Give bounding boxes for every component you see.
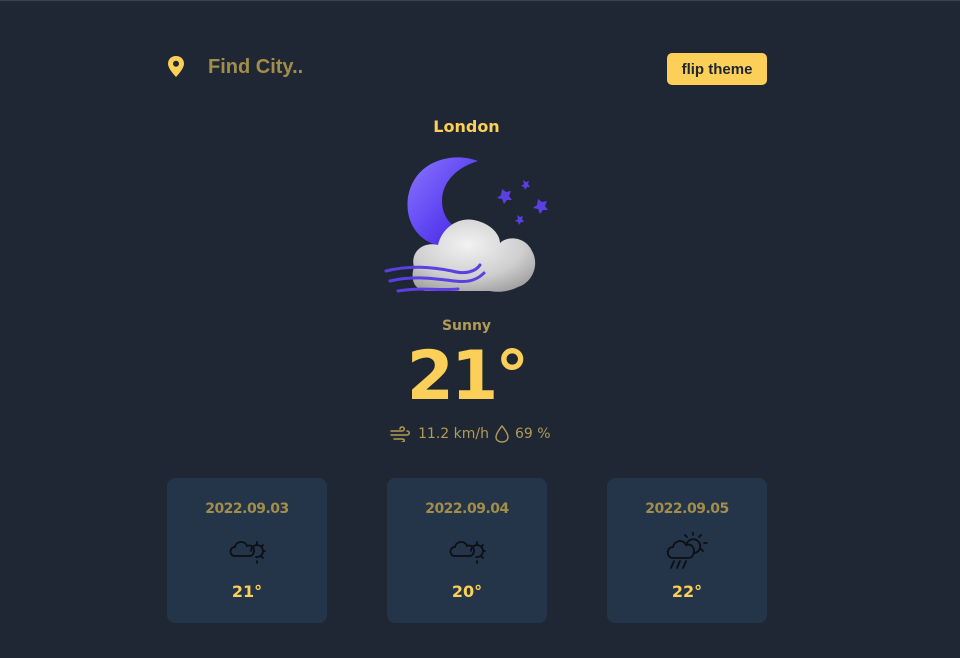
flip-theme-button[interactable]: flip theme: [667, 53, 767, 85]
forecast-date: 2022.09.05: [645, 501, 729, 517]
weather-condition: Sunny: [441, 318, 492, 334]
forecast-date: 2022.09.04: [425, 501, 509, 517]
forecast-temperature: 20°: [451, 582, 483, 601]
weather-stats: 11.2 km/h 69 %: [390, 425, 551, 443]
partly-cloudy-icon: [229, 541, 266, 564]
map-pin-icon: [168, 56, 184, 77]
forecast-temperature: 22°: [671, 582, 703, 601]
forecast-temperature: 21°: [231, 582, 263, 601]
forecast-card: 2022.09.04 20°: [387, 478, 547, 623]
forecast-card: 2022.09.03 21°: [167, 478, 327, 623]
city-name: London: [433, 117, 500, 136]
night-cloudy-windy-icon: [384, 157, 548, 293]
current-temperature: 21°: [406, 337, 530, 416]
forecast-card: 2022.09.05 22°: [607, 478, 767, 623]
search-bar: [166, 55, 428, 79]
city-search-input[interactable]: [208, 55, 428, 79]
partly-cloudy-icon: [449, 541, 486, 564]
humidity-value: 69 %: [514, 426, 551, 442]
wind-speed: 11.2 km/h: [418, 426, 489, 442]
forecast-date: 2022.09.03: [205, 501, 289, 517]
humidity-drop-icon: [495, 425, 509, 443]
wind-icon: [390, 426, 410, 442]
rain-sun-icon: [666, 532, 708, 569]
weather-app: flip theme London Sunny 21°: [0, 0, 960, 658]
